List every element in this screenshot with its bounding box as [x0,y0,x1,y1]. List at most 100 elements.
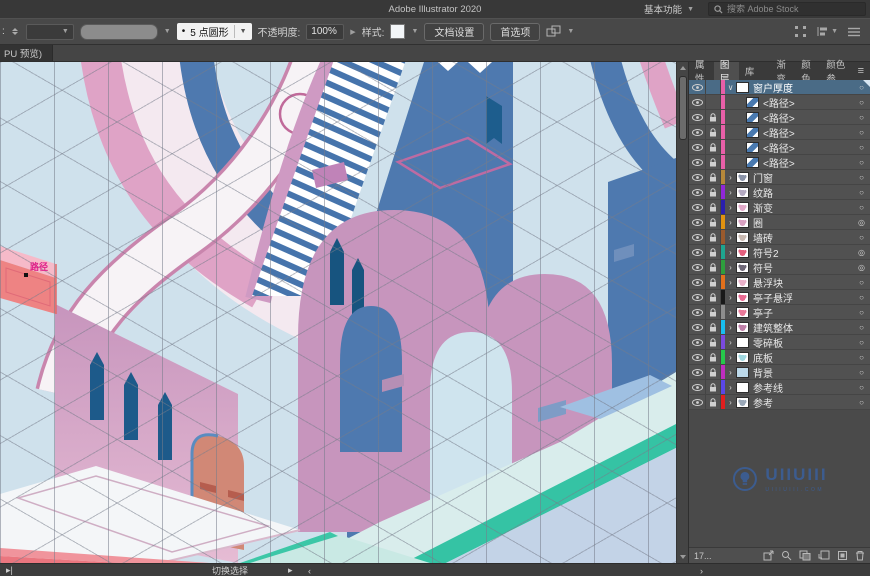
layer-name[interactable]: 符号2 [753,245,853,260]
lock-toggle[interactable] [706,395,721,409]
panel-tab[interactable]: 颜色参 [820,62,851,80]
expander-icon[interactable]: › [725,368,736,377]
panel-tab[interactable]: 颜色 [795,62,820,80]
layer-thumbnail[interactable] [746,157,759,168]
lock-toggle[interactable] [706,245,721,259]
target-circle-icon[interactable]: ○ [853,188,870,197]
visibility-toggle[interactable] [689,140,706,154]
visibility-toggle[interactable] [689,275,706,289]
layer-name[interactable]: 墙砖 [753,230,853,245]
visibility-toggle[interactable] [689,230,706,244]
panel-tab[interactable]: 属性 [689,62,714,80]
layer-name[interactable]: 参考 [753,395,853,410]
layer-row[interactable]: › 符号 ◎ [689,260,870,275]
visibility-toggle[interactable] [689,245,706,259]
target-circle-icon[interactable]: ○ [853,383,870,392]
layer-row[interactable]: › 背景 ○ [689,365,870,380]
stroke-weight-dropdown[interactable]: ▼ [26,24,74,40]
target-circle-icon[interactable]: ◎ [853,248,870,257]
scroll-down-icon[interactable] [680,555,686,559]
search-input[interactable] [727,4,847,14]
target-circle-icon[interactable]: ○ [853,338,870,347]
expander-icon[interactable]: › [725,323,736,332]
layer-row[interactable]: <路径> ○ [689,125,870,140]
layer-row[interactable]: › 墙砖 ○ [689,230,870,245]
expander-icon[interactable]: › [725,293,736,302]
layer-thumbnail[interactable] [736,202,749,213]
visibility-toggle[interactable] [689,155,706,169]
scroll-up-icon[interactable] [680,66,686,70]
layer-row[interactable]: › 符号2 ◎ [689,245,870,260]
visibility-toggle[interactable] [689,290,706,304]
lock-toggle[interactable] [706,125,721,139]
scrollbar-thumb[interactable] [679,76,687,140]
stock-search[interactable] [708,2,866,16]
brush-definition-dropdown[interactable]: • 5 点圆形 ▼ [177,23,252,40]
target-circle-icon[interactable]: ○ [853,113,870,122]
layer-row[interactable]: › 圈 ◎ [689,215,870,230]
layer-name[interactable]: 建筑整体 [753,320,853,335]
layer-row[interactable]: › 底板 ○ [689,350,870,365]
menu-icon[interactable] [848,27,860,37]
target-circle-icon[interactable]: ○ [853,398,870,407]
layer-thumbnail[interactable] [736,367,749,378]
layer-thumbnail[interactable] [736,172,749,183]
lock-toggle[interactable] [706,95,721,109]
align-icon[interactable] [816,26,828,37]
lock-toggle[interactable] [706,155,721,169]
layer-name[interactable]: <路径> [763,155,853,170]
layer-row[interactable]: <路径> ○ [689,155,870,170]
layer-name[interactable]: 底板 [753,350,853,365]
lock-toggle[interactable] [706,350,721,364]
expander-icon[interactable]: › [725,188,736,197]
anchor-point[interactable] [24,273,28,277]
workspace-switcher[interactable]: 基本功能 ▼ [638,2,700,16]
lock-toggle[interactable] [706,215,721,229]
layer-thumbnail[interactable] [736,337,749,348]
layer-name[interactable]: 门窗 [753,170,853,185]
visibility-toggle[interactable] [689,95,706,109]
artboard-prev-icon[interactable]: ‹ [308,564,311,576]
visibility-toggle[interactable] [689,215,706,229]
layer-name[interactable]: <路径> [763,125,853,140]
expander-icon[interactable]: › [725,218,736,227]
lock-toggle[interactable] [706,80,721,94]
layer-name[interactable]: 符号 [753,260,853,275]
target-circle-icon[interactable]: ○ [853,98,870,107]
lock-toggle[interactable] [706,365,721,379]
target-circle-icon[interactable]: ○ [853,278,870,287]
lock-toggle[interactable] [706,140,721,154]
panel-menu-icon[interactable]: ≡ [852,62,870,80]
opacity-value[interactable]: 100% [306,24,344,40]
layer-row[interactable]: › 纹路 ○ [689,185,870,200]
layer-thumbnail[interactable] [736,262,749,273]
layer-row[interactable]: › 渐变 ○ [689,200,870,215]
collect-export-icon[interactable] [763,550,774,561]
layer-row[interactable]: › 零碎板 ○ [689,335,870,350]
visibility-toggle[interactable] [689,395,706,409]
artboard-next-icon[interactable]: ▸ [288,564,293,576]
layer-thumbnail[interactable] [746,112,759,123]
layer-name[interactable]: 渐变 [753,200,853,215]
stroke-weight-stepper[interactable] [11,28,20,35]
panel-tab[interactable]: 库 [739,62,761,80]
clipping-mask-icon[interactable] [799,550,811,561]
visibility-toggle[interactable] [689,200,706,214]
layer-name[interactable]: <路径> [763,95,853,110]
layer-thumbnail[interactable] [736,352,749,363]
visibility-toggle[interactable] [689,350,706,364]
panel-tab[interactable]: 渐变 [770,62,795,80]
layer-name[interactable]: <路径> [763,140,853,155]
preferences-button[interactable]: 首选项 [490,23,540,41]
lock-toggle[interactable] [706,170,721,184]
new-sublayer-icon[interactable] [818,550,830,561]
layer-row[interactable]: › 建筑整体 ○ [689,320,870,335]
visibility-toggle[interactable] [689,365,706,379]
layer-thumbnail[interactable] [736,397,749,408]
expander-icon[interactable]: › [725,308,736,317]
lock-toggle[interactable] [706,335,721,349]
expander-icon[interactable]: › [725,353,736,362]
layer-row[interactable]: › 亭子 ○ [689,305,870,320]
visibility-toggle[interactable] [689,320,706,334]
lock-toggle[interactable] [706,305,721,319]
